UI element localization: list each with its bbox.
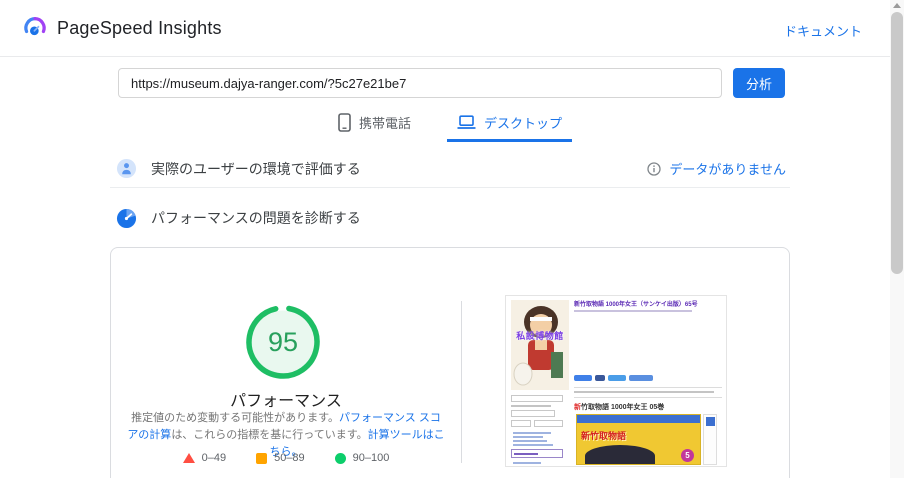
legend-fail-range: 0–49 bbox=[201, 452, 227, 464]
thumb-article-heading: 新竹取物語 1000年女王 05巻 bbox=[574, 402, 724, 412]
phone-icon bbox=[338, 113, 351, 132]
score-legend: 0–49 50–89 90–100 bbox=[111, 452, 461, 464]
diagnose-gauge-icon bbox=[116, 208, 137, 228]
thumb-link-bar bbox=[513, 444, 553, 446]
performance-card: 95 パフォーマンス 推定値のため変動する可能性があります。パフォーマンス スコ… bbox=[110, 247, 790, 478]
pagespeed-insights-app: PageSpeed Insights ドキュメント 分析 携帯電話 デスクトップ bbox=[0, 0, 910, 478]
thumb-search-box bbox=[511, 410, 555, 417]
app-header: PageSpeed Insights ドキュメント bbox=[0, 0, 890, 57]
thumb-link-bar bbox=[513, 432, 551, 434]
thumb-tags-bar bbox=[574, 391, 714, 393]
score-value: 95 bbox=[267, 326, 299, 357]
average-square-icon bbox=[256, 452, 268, 464]
thumb-post-title: 新竹取物語 1000年女王（サンケイ出版）65号 bbox=[574, 302, 698, 308]
thumb-sidebar-box-bar bbox=[514, 453, 538, 455]
analyze-button[interactable]: 分析 bbox=[733, 68, 785, 98]
thumb-link-bar bbox=[513, 436, 543, 438]
thumb-button bbox=[534, 420, 563, 427]
legend-average-range: 50–89 bbox=[274, 452, 305, 464]
lab-section-title: パフォーマンスの問題を診断する bbox=[151, 210, 361, 226]
scrollbar[interactable] bbox=[890, 0, 904, 478]
pass-circle-icon bbox=[334, 452, 346, 464]
thumb-new-mark: 新 bbox=[574, 404, 581, 411]
field-section-title: 実際のユーザーの環境で評価する bbox=[151, 160, 361, 177]
page-screenshot-thumbnail: 私設博物館 新竹取物語 1000年女王（サンケイ出版）65号 新竹取物語 100… bbox=[505, 295, 727, 467]
thumb-cover-art bbox=[585, 445, 655, 464]
legend-item-fail: 0–49 bbox=[182, 452, 227, 464]
thumb-heading-text: 竹取物語 1000年女王 05巻 bbox=[581, 404, 665, 411]
note-text-2: は、これらの指標を基に行っています。 bbox=[171, 429, 368, 441]
performance-label: パフォーマンス bbox=[230, 393, 342, 410]
thumb-site-logo-text: 私設博物館 bbox=[516, 331, 564, 341]
thumb-link-bar bbox=[513, 440, 547, 442]
thumb-share-button bbox=[595, 375, 605, 381]
thumb-header-image bbox=[511, 300, 569, 390]
no-data-link[interactable]: データがありません bbox=[669, 159, 786, 178]
pagespeed-logo-icon bbox=[24, 17, 46, 36]
thumb-share-button bbox=[608, 375, 626, 381]
thumb-dropdown bbox=[511, 395, 563, 402]
thumb-spine-square bbox=[706, 417, 715, 426]
fail-triangle-icon bbox=[182, 453, 195, 463]
thumb-share-button bbox=[629, 375, 653, 381]
info-icon[interactable] bbox=[647, 161, 662, 176]
thumb-link-bar bbox=[513, 462, 541, 464]
app-title: PageSpeed Insights bbox=[57, 17, 222, 38]
thumb-divider bbox=[574, 387, 722, 388]
scrollbar-thumb[interactable] bbox=[891, 12, 903, 274]
legend-item-pass: 90–100 bbox=[334, 452, 390, 464]
thumb-cover-number: 5 bbox=[681, 449, 694, 462]
diagnose-section: パフォーマンスの問題を診断する bbox=[110, 200, 790, 236]
tab-desktop-label: デスクトップ bbox=[484, 116, 563, 131]
tab-mobile[interactable]: 携帯電話 bbox=[328, 110, 421, 142]
scrollbar-up-arrow-icon[interactable] bbox=[893, 3, 901, 8]
thumb-button bbox=[511, 420, 531, 427]
url-input[interactable] bbox=[118, 68, 722, 98]
score-gauge: 95 bbox=[244, 303, 322, 381]
vertical-divider bbox=[461, 301, 462, 463]
user-environment-icon bbox=[116, 158, 137, 179]
thumb-cover-title: 新竹取物語 bbox=[581, 431, 627, 441]
thumb-share-button bbox=[574, 375, 592, 381]
thumb-subtitle-bar bbox=[574, 310, 692, 312]
thumb-text-bar bbox=[511, 405, 551, 407]
thumb-divider bbox=[574, 397, 722, 398]
thumb-link-bar bbox=[513, 466, 547, 467]
thumb-cover-spine bbox=[703, 414, 717, 465]
device-tabs: 携帯電話 デスクトップ bbox=[110, 110, 790, 142]
tab-desktop[interactable]: デスクトップ bbox=[447, 110, 573, 142]
documentation-link[interactable]: ドキュメント bbox=[784, 21, 862, 40]
thumb-manga-cover: 新竹取物語 5 bbox=[576, 414, 701, 465]
field-data-section: 実際のユーザーの環境で評価する データがありません bbox=[110, 150, 790, 188]
legend-item-average: 50–89 bbox=[256, 452, 305, 464]
laptop-icon bbox=[457, 115, 476, 129]
note-text-1: 推定値のため変動する可能性があります。 bbox=[131, 412, 340, 424]
tab-mobile-label: 携帯電話 bbox=[358, 116, 411, 131]
legend-pass-range: 90–100 bbox=[352, 452, 390, 464]
thumb-cover-band bbox=[577, 415, 700, 423]
